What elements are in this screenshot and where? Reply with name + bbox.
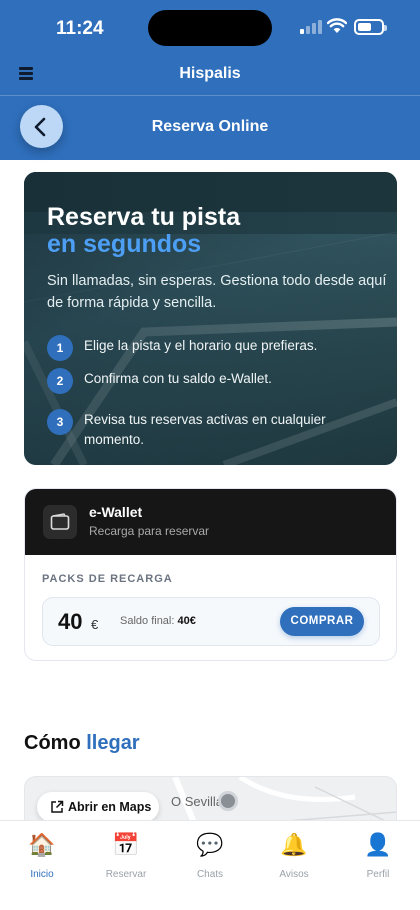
directions-heading-part1: Cómo (24, 732, 81, 754)
speech-bubble-icon: 💬 (196, 832, 224, 857)
page-header: Reserva Online (0, 96, 420, 160)
tab-label: Reservar (105, 869, 147, 880)
cellular-signal-icon (300, 20, 322, 34)
final-balance-label: Saldo final: (120, 615, 175, 627)
wallet-title: e-Wallet (89, 504, 143, 520)
packs-label: PACKS DE RECARGA (42, 573, 173, 585)
calendar-icon: 📅 (112, 832, 140, 857)
directions-heading-part2: llegar (86, 732, 140, 754)
tab-perfil[interactable]: 👤 Perfil (336, 831, 420, 891)
map-pin-icon (218, 791, 238, 811)
recharge-pack: 40 € Saldo final: 40€ COMPRAR (42, 597, 380, 646)
buy-button[interactable]: COMPRAR (280, 607, 364, 636)
tab-label: Avisos (279, 869, 309, 880)
page-title: Reserva Online (151, 118, 269, 135)
tab-inicio[interactable]: 🏠 Inicio (0, 831, 84, 891)
app-title: Hispalis (179, 65, 241, 82)
step-number: 3 (47, 409, 73, 435)
wifi-icon (327, 18, 347, 33)
bell-icon: 🔔 (280, 832, 308, 857)
step-text: Revisa tus reservas activas en cualquier… (84, 412, 326, 447)
tab-chats[interactable]: 💬 Chats (168, 831, 252, 891)
hero-title-accent: en segundos (47, 230, 202, 258)
external-link-icon (51, 800, 64, 813)
map-place-label: O Sevilla (171, 794, 224, 809)
hero-intro: Sin llamadas, sin esperas. Gestiona todo… (47, 273, 387, 311)
status-time: 11:24 (56, 18, 104, 39)
open-maps-label: Abrir en Maps (68, 800, 152, 814)
open-maps-button[interactable]: Abrir en Maps (37, 792, 159, 822)
step-number: 1 (47, 335, 73, 361)
directions-heading: Cómo llegar (24, 732, 140, 755)
wallet-subtitle: Recarga para reservar (89, 524, 210, 538)
hero-card: Reserva tu pista en segundos Sin llamada… (24, 172, 397, 465)
wallet-header: e-Wallet Recarga para reservar (25, 489, 396, 555)
step-text: Elige la pista y el horario que prefiera… (84, 338, 318, 353)
hero-title: Reserva tu pista (47, 203, 241, 231)
house-icon: 🏠 (28, 832, 56, 857)
final-balance-value: 40€ (177, 615, 196, 627)
tab-avisos[interactable]: 🔔 Avisos (252, 831, 336, 891)
tab-bar: 🏠 Inicio 📅 Reservar 💬 Chats 🔔 Avisos 👤 P… (0, 820, 420, 910)
step-number: 2 (47, 368, 73, 394)
status-bar: 11:24 (0, 0, 420, 56)
tab-label: Chats (196, 869, 224, 880)
tab-reservar[interactable]: 📅 Reservar (84, 831, 168, 891)
battery-icon (354, 19, 387, 35)
person-icon: 👤 (364, 832, 392, 857)
pack-currency: € (91, 617, 99, 632)
top-header: 11:24 Hispalis Reserva Online (0, 0, 420, 160)
dynamic-island (148, 10, 272, 46)
final-balance: Saldo final: 40€ (120, 615, 196, 627)
wallet-card: e-Wallet Recarga para reservar PACKS DE … (24, 488, 397, 661)
app-bar: Hispalis (0, 56, 420, 96)
tab-label: Perfil (366, 869, 390, 880)
tab-label: Inicio (30, 869, 54, 880)
pack-amount: 40 (58, 609, 83, 634)
step-text: Confirma con tu saldo e-Wallet. (84, 371, 272, 386)
wallet-icon (43, 505, 77, 539)
